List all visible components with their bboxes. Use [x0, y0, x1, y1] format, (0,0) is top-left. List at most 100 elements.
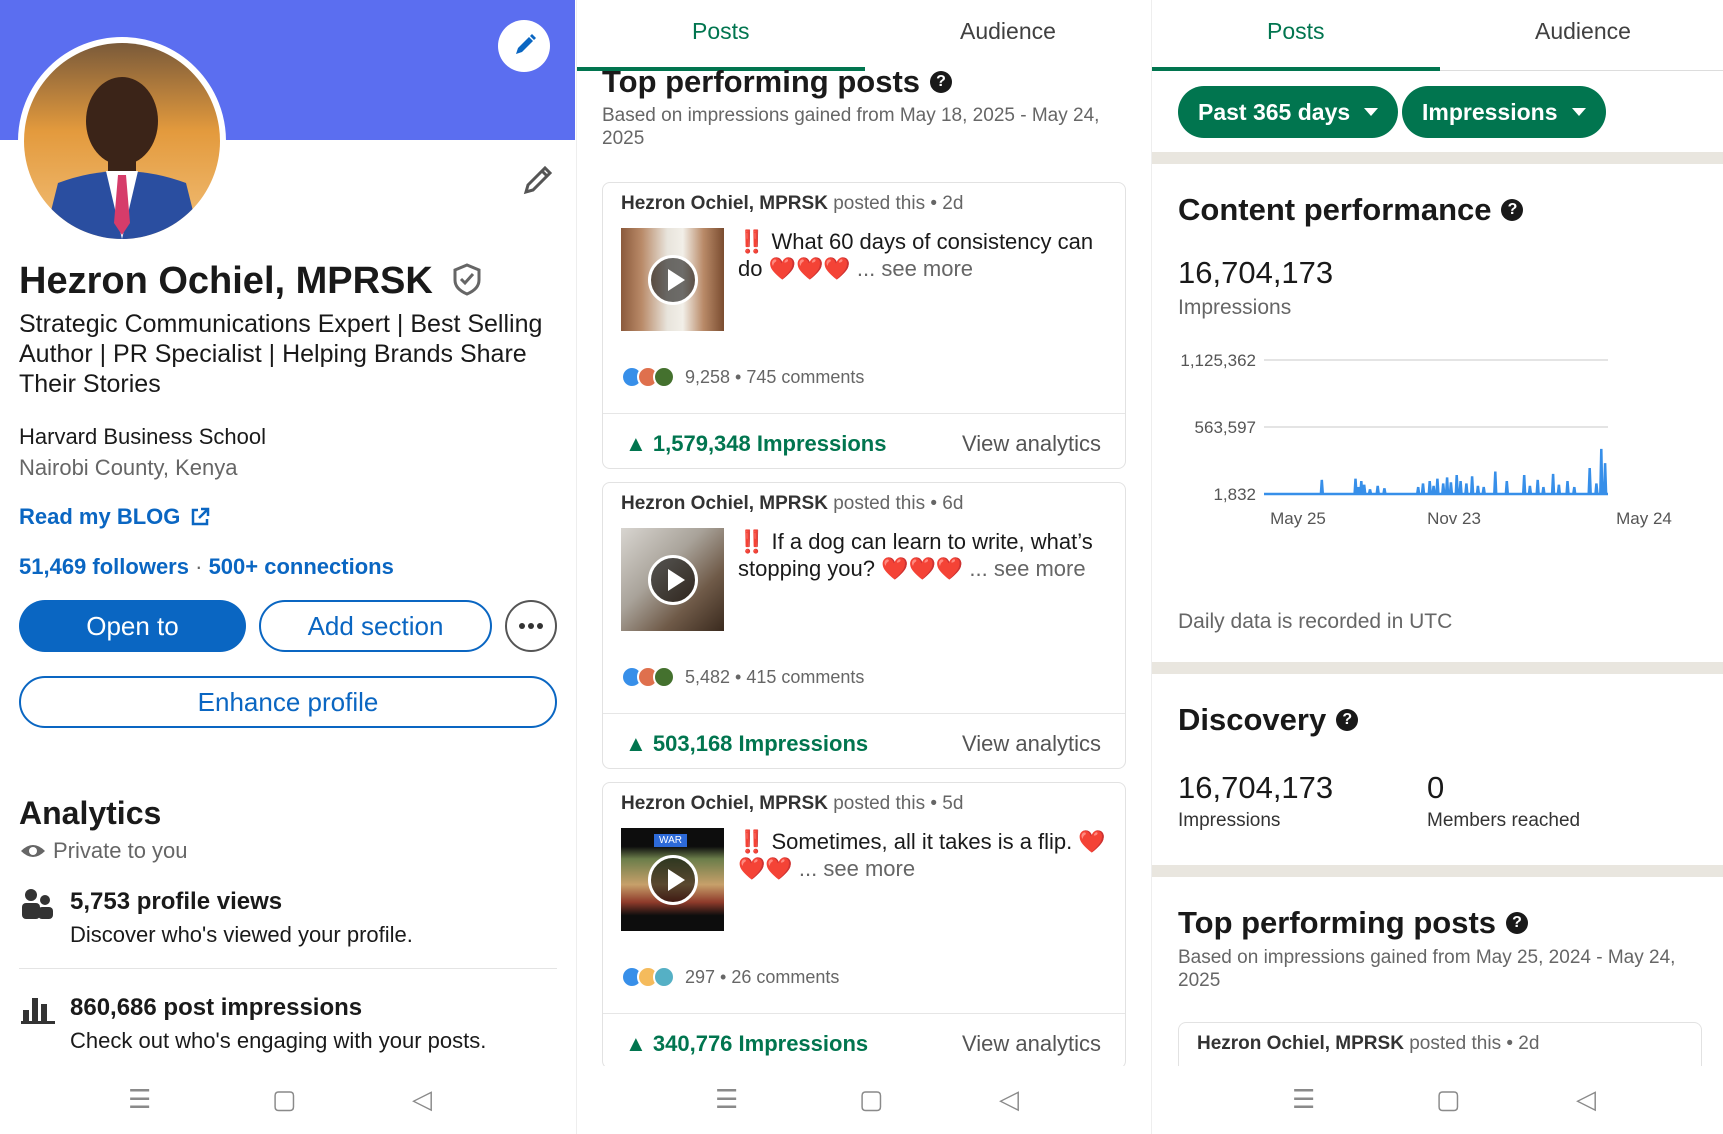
metric-filter-label: Impressions [1422, 98, 1558, 125]
post-author[interactable]: Hezron Ochiel, MPRSK [621, 793, 828, 814]
verified-shield-icon[interactable] [449, 261, 485, 297]
edit-intro-pencil-icon[interactable] [518, 160, 558, 200]
connections-link[interactable]: 500+ connections [209, 554, 394, 579]
see-more-link[interactable]: ... see more [969, 556, 1085, 581]
back-icon[interactable]: ◁ [999, 1084, 1019, 1115]
reactions-row[interactable]: 5,482 • 415 comments [621, 666, 864, 688]
view-analytics-link[interactable]: View analytics [962, 731, 1101, 757]
post-card[interactable]: Hezron Ochiel, MPRSK posted this • 6d ‼️… [602, 482, 1126, 769]
see-more-link[interactable]: ... see more [857, 256, 973, 281]
post-card[interactable]: Hezron Ochiel, MPRSK posted this • 2d ‼️… [602, 182, 1126, 469]
avatar-photo [24, 43, 220, 239]
section-band [1152, 152, 1723, 164]
view-analytics-link[interactable]: View analytics [962, 431, 1101, 457]
x-tick-label: May 25 [1270, 509, 1326, 528]
post-text[interactable]: ‼️ What 60 days of consistency can do ❤️… [738, 228, 1108, 282]
post-text[interactable]: ‼️ Sometimes, all it takes is a flip. ❤️… [738, 828, 1108, 882]
more-horizontal-icon [519, 623, 543, 629]
card-divider [603, 713, 1125, 714]
post-text[interactable]: ‼️ If a dog can learn to write, what’s s… [738, 528, 1108, 582]
play-icon[interactable] [648, 255, 698, 305]
bar-chart-icon [21, 998, 55, 1024]
post-impressions-item[interactable]: 860,686 post impressions Check out who's… [19, 990, 559, 1068]
recent-apps-icon[interactable]: ☰ [1292, 1084, 1315, 1115]
analytics-divider [19, 968, 557, 969]
content-performance-title: Content performance? [1178, 192, 1524, 228]
post-author[interactable]: Hezron Ochiel, MPRSK [1197, 1033, 1404, 1054]
reactions-row[interactable]: 9,258 • 745 comments [621, 366, 864, 388]
home-icon[interactable]: ▢ [1436, 1084, 1461, 1115]
period-filter-label: Past 365 days [1198, 98, 1351, 125]
see-more-link[interactable]: ... see more [799, 856, 915, 881]
enhance-profile-button[interactable]: Enhance profile [19, 676, 557, 728]
help-icon[interactable]: ? [930, 71, 953, 93]
support-reaction-icon [653, 366, 675, 388]
recent-apps-icon[interactable]: ☰ [715, 1084, 738, 1115]
top-posts-subtitle: Based on impressions gained from May 25,… [1178, 947, 1676, 991]
post-author[interactable]: Hezron Ochiel, MPRSK [621, 493, 828, 514]
caret-down-icon [1571, 108, 1586, 116]
x-tick-label: Nov 23 [1427, 509, 1481, 528]
tab-active-indicator [1152, 67, 1440, 71]
caret-down-icon [1364, 108, 1379, 116]
metric-filter-chip[interactable]: Impressions [1402, 86, 1606, 138]
add-section-button[interactable]: Add section [259, 600, 492, 652]
card-divider [603, 413, 1125, 414]
x-tick-label: May 24 [1616, 509, 1672, 528]
impressions-total-label: Impressions [1178, 296, 1292, 319]
blog-link[interactable]: Read my BLOG [19, 504, 212, 530]
more-options-button[interactable] [505, 600, 557, 652]
network-counts: 51,469 followers · 500+ connections [19, 554, 394, 580]
system-nav-bar: ☰ ▢ ◁ [577, 1066, 1150, 1134]
utc-note: Daily data is recorded in UTC [1178, 610, 1453, 633]
location: Nairobi County, Kenya [19, 455, 238, 480]
discovery-title: Discovery? [1178, 702, 1359, 738]
analytics-privacy-text: Private to you [53, 838, 188, 863]
y-tick-label: 563,597 [1195, 418, 1256, 437]
section-title-text: Top performing posts [602, 64, 921, 99]
people-icon [22, 889, 53, 919]
post-video-thumbnail[interactable] [621, 528, 724, 631]
open-to-button[interactable]: Open to [19, 600, 246, 652]
back-icon[interactable]: ◁ [1576, 1084, 1596, 1115]
education[interactable]: Harvard Business School [19, 424, 266, 450]
reactions-count: 9,258 • 745 comments [685, 366, 865, 387]
followers-link[interactable]: 51,469 followers [19, 554, 189, 579]
reactions-count: 297 • 26 comments [685, 966, 840, 987]
profile-views-item[interactable]: 5,753 profile views Discover who's viewe… [19, 884, 559, 962]
y-tick-label: 1,832 [1213, 485, 1256, 504]
play-icon[interactable] [648, 555, 698, 605]
impressions-series-line [1264, 448, 1608, 496]
home-icon[interactable]: ▢ [859, 1084, 884, 1115]
tab-posts[interactable]: Posts [692, 18, 750, 45]
post-impressions-title: 860,686 post impressions [70, 994, 363, 1021]
reactions-row[interactable]: 297 • 26 comments [621, 966, 839, 988]
members-reached-label: Members reached [1427, 810, 1581, 831]
tab-posts[interactable]: Posts [1267, 18, 1325, 45]
home-icon[interactable]: ▢ [272, 1084, 297, 1115]
play-icon[interactable] [648, 855, 698, 905]
discovery-impressions-label: Impressions [1178, 810, 1281, 831]
impressions-value: ▲ 503,168 Impressions [625, 731, 869, 756]
tab-audience[interactable]: Audience [1535, 18, 1631, 45]
section-title: Top performing posts ? [602, 64, 953, 100]
pencil-icon [516, 34, 536, 54]
post-video-thumbnail[interactable] [621, 228, 724, 331]
back-icon[interactable]: ◁ [412, 1084, 432, 1115]
edit-banner-button[interactable] [498, 20, 550, 72]
avatar[interactable] [18, 37, 226, 245]
post-author[interactable]: Hezron Ochiel, MPRSK [621, 193, 828, 214]
help-icon[interactable]: ? [1506, 912, 1529, 934]
recent-apps-icon[interactable]: ☰ [128, 1084, 151, 1115]
section-subtitle: Based on impressions gained from May 18,… [602, 105, 1100, 149]
period-filter-chip[interactable]: Past 365 days [1178, 86, 1399, 138]
profile-name: Hezron Ochiel, MPRSK [19, 260, 485, 303]
profile-name-text: Hezron Ochiel, MPRSK [19, 260, 433, 302]
post-video-thumbnail[interactable]: WAR [621, 828, 724, 931]
tab-audience[interactable]: Audience [960, 18, 1056, 45]
help-icon[interactable]: ? [1336, 709, 1359, 731]
impressions-value: ▲ 340,776 Impressions [625, 1031, 869, 1056]
post-card[interactable]: Hezron Ochiel, MPRSK posted this • 5d WA… [602, 782, 1126, 1069]
help-icon[interactable]: ? [1501, 199, 1524, 221]
view-analytics-link[interactable]: View analytics [962, 1031, 1101, 1057]
